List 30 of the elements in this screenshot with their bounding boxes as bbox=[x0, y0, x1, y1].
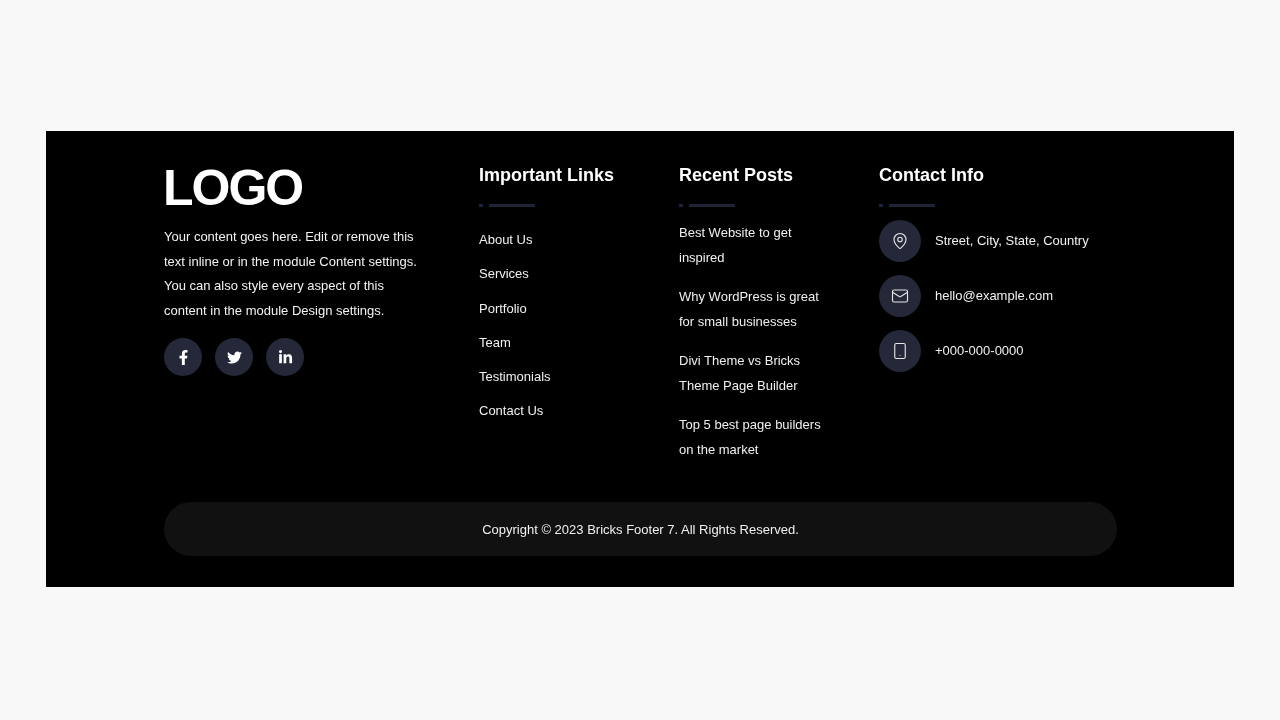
heading-divider bbox=[679, 204, 735, 207]
column-heading: Contact Info bbox=[879, 164, 984, 187]
bird-icon bbox=[226, 349, 242, 365]
envelope-icon bbox=[879, 275, 921, 317]
mobile-phone-icon bbox=[879, 330, 921, 372]
post-link[interactable]: Best Website to get inspired bbox=[679, 220, 827, 270]
bird-button[interactable] bbox=[215, 338, 253, 376]
post-link[interactable]: Divi Theme vs Bricks Theme Page Builder bbox=[679, 348, 827, 398]
linkedin-icon bbox=[277, 349, 293, 365]
footer-link[interactable]: About Us bbox=[479, 230, 551, 250]
heading-divider bbox=[879, 204, 935, 207]
post-link[interactable]: Top 5 best page builders on the market bbox=[679, 412, 827, 462]
linkedin-button[interactable] bbox=[266, 338, 304, 376]
footer-link[interactable]: Services bbox=[479, 264, 551, 285]
column-heading: Important Links bbox=[479, 164, 614, 187]
copyright-text: Copyright © 2023 Bricks Footer 7. All Rights Reserved. bbox=[482, 521, 799, 537]
facebook-button[interactable] bbox=[164, 338, 202, 376]
contact-text: +000-000-0000 bbox=[935, 342, 1024, 360]
contact-text: Street, City, State, Country bbox=[935, 232, 1089, 250]
footer-link[interactable]: Testimonials bbox=[479, 367, 551, 388]
map-pin-icon bbox=[879, 220, 921, 262]
heading-divider bbox=[479, 204, 535, 207]
footer-link[interactable]: Portfolio bbox=[479, 298, 551, 319]
footer-link[interactable]: Contact Us bbox=[479, 401, 551, 422]
post-link[interactable]: Why WordPress is great for small businesses bbox=[679, 284, 827, 334]
logo: LOGO bbox=[163, 163, 303, 213]
column-heading: Recent Posts bbox=[679, 164, 794, 187]
footer-link[interactable]: Team bbox=[479, 332, 551, 353]
contact-text: hello@example.com bbox=[935, 287, 1053, 305]
description-text: Your content goes here. Edit or remove this text inline or in the module Content settings. You can also style every aspect of this content in the module Design settings. bbox=[164, 228, 418, 320]
